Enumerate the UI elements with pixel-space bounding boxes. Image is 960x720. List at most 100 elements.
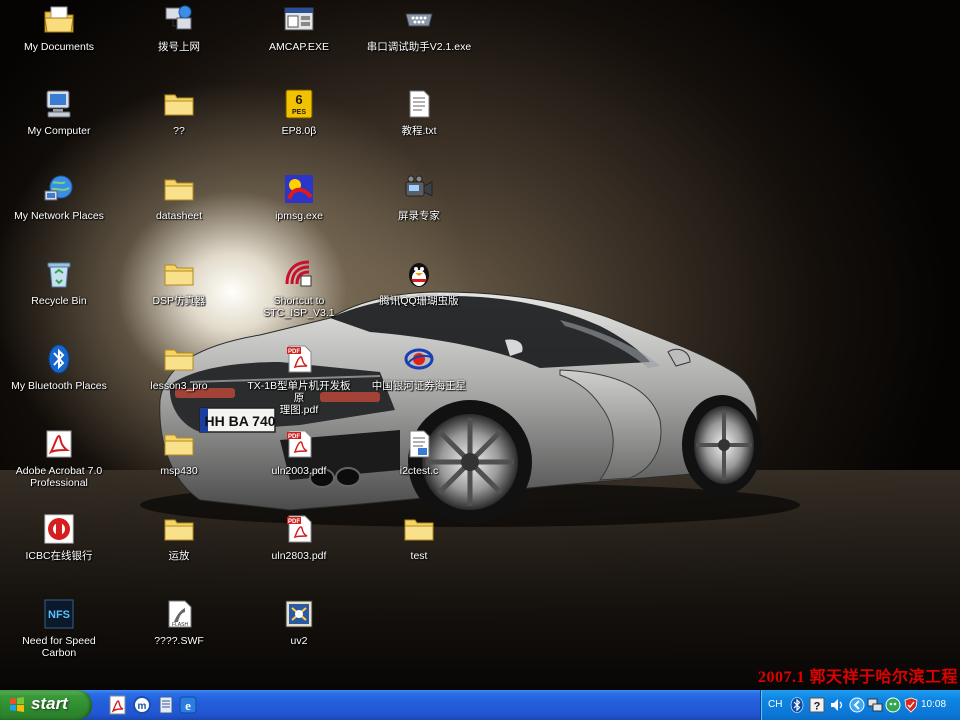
desktop-file-i2ctest-c[interactable]: i2ctest.c bbox=[364, 428, 474, 477]
desktop-icon-my-computer[interactable]: My Computer bbox=[4, 88, 114, 137]
icbc-bank-icon bbox=[44, 514, 74, 544]
security-shield-tray-icon[interactable] bbox=[903, 697, 919, 713]
dial-up-network-icon bbox=[165, 5, 192, 30]
pdf-file-icon: PDF bbox=[287, 345, 312, 373]
icon-label: My Computer bbox=[27, 125, 91, 137]
icon-label: 中国银河证券海王星 bbox=[371, 380, 467, 392]
desktop-folder-lesson3-pro[interactable]: lesson3_pro bbox=[124, 343, 234, 392]
my-documents-icon bbox=[44, 6, 74, 33]
desktop-folder-unknown[interactable]: ?? bbox=[124, 88, 234, 137]
desktop-icon-qq[interactable]: 腾讯QQ珊瑚虫版 bbox=[364, 258, 474, 307]
bluetooth-icon bbox=[48, 344, 70, 374]
icon-label: 拨号上网 bbox=[158, 41, 200, 53]
pes-game-icon: 6 PES bbox=[285, 89, 313, 119]
icon-label: Recycle Bin bbox=[31, 295, 87, 307]
folder-icon bbox=[164, 519, 194, 541]
desktop-icon-adobe-acrobat[interactable]: Adobe Acrobat 7.0 Professional bbox=[4, 428, 114, 489]
c-source-file-icon bbox=[409, 430, 430, 458]
desktop-folder-dsp-emulator[interactable]: DSP仿真器 bbox=[124, 258, 234, 307]
desktop-file-tutorial-txt[interactable]: 教程.txt bbox=[364, 88, 474, 137]
start-button[interactable]: start bbox=[0, 690, 92, 720]
svg-text:6: 6 bbox=[295, 92, 302, 107]
icon-label: 腾讯QQ珊瑚虫版 bbox=[379, 295, 459, 307]
need-for-speed-icon: NFS bbox=[44, 599, 74, 629]
system-clock[interactable]: 10:08 bbox=[921, 699, 946, 710]
icon-label: 串口调试助手V2.1.exe bbox=[366, 41, 472, 53]
folder-icon bbox=[164, 94, 194, 116]
volume-tray-icon[interactable] bbox=[829, 697, 845, 713]
folder-icon bbox=[164, 434, 194, 456]
screen-recorder-icon bbox=[405, 175, 433, 197]
desktop-file-tx1b-pdf[interactable]: PDF TX-1B型单片机开发板原 理图.pdf bbox=[244, 343, 354, 416]
recycle-bin-icon bbox=[47, 262, 71, 288]
qq-penguin-icon bbox=[409, 263, 429, 287]
folder-icon bbox=[164, 349, 194, 371]
icon-label: My Documents bbox=[23, 41, 95, 53]
desktop-icon-uv2[interactable]: uv2 bbox=[244, 598, 354, 647]
desktop-icon-need-for-speed-carbon[interactable]: NFS Need for Speed Carbon bbox=[4, 598, 114, 659]
icon-label: uln2003.pdf bbox=[271, 465, 327, 477]
desktop-icon-my-documents[interactable]: My Documents bbox=[4, 4, 114, 53]
my-computer-icon bbox=[46, 90, 71, 118]
icon-label: EP8.0β bbox=[281, 125, 317, 137]
chat-tray-icon[interactable] bbox=[885, 697, 901, 713]
desktop-folder-msp430[interactable]: msp430 bbox=[124, 428, 234, 477]
desktop-icon-serial-assistant[interactable]: 串口调试助手V2.1.exe bbox=[364, 4, 474, 53]
pdf-quick-launch-icon[interactable] bbox=[108, 695, 128, 715]
windows-logo-icon bbox=[10, 697, 24, 712]
bluetooth-tray-icon[interactable] bbox=[789, 697, 805, 713]
watermark-text: 2007.1 郭天祥于哈尔滨工程 bbox=[757, 669, 958, 686]
taskbar: start m e CH ? 10:08 bbox=[0, 690, 960, 720]
icon-label: My Bluetooth Places bbox=[11, 380, 107, 392]
desktop-icon-ep8[interactable]: 6 PES EP8.0β bbox=[244, 88, 354, 137]
network-places-icon bbox=[44, 175, 73, 201]
icon-label: ipmsg.exe bbox=[275, 210, 323, 222]
icon-label: DSP仿真器 bbox=[152, 295, 206, 307]
securities-app-icon bbox=[404, 348, 434, 370]
desktop-shortcut-stc-isp[interactable]: Shortcut to STC_ISP_V3.1 bbox=[244, 258, 354, 319]
desktop-file-uln2003-pdf[interactable]: PDF uln2003.pdf bbox=[244, 428, 354, 477]
svg-text:PES: PES bbox=[292, 109, 306, 116]
desktop-icon-screen-recorder[interactable]: 屏录专家 bbox=[364, 173, 474, 222]
pdf-file-icon: PDF bbox=[287, 515, 312, 543]
desktop-icon-icbc-online-bank[interactable]: ICBC在线银行 bbox=[4, 513, 114, 562]
desktop-folder-op-amp[interactable]: 运放 bbox=[124, 513, 234, 562]
desktop-icon-ipmsg[interactable]: ipmsg.exe bbox=[244, 173, 354, 222]
help-tray-icon[interactable]: ? bbox=[809, 697, 825, 713]
network-tray-icon[interactable] bbox=[867, 697, 883, 713]
folder-icon bbox=[404, 519, 434, 541]
serial-port-icon bbox=[405, 13, 433, 27]
language-indicator[interactable]: CH bbox=[768, 699, 782, 710]
desktop-icon-recycle-bin[interactable]: Recycle Bin bbox=[4, 258, 114, 307]
amcap-icon bbox=[284, 7, 314, 31]
icon-label: ????.SWF bbox=[154, 635, 204, 647]
pdf-file-icon: PDF bbox=[287, 430, 312, 458]
desktop-file-uln2803-pdf[interactable]: PDF uln2803.pdf bbox=[244, 513, 354, 562]
show-hidden-icons-chevron-icon[interactable] bbox=[849, 697, 865, 713]
desktop-icon-swf-file[interactable]: FLASH ????.SWF bbox=[124, 598, 234, 647]
svg-text:PDF: PDF bbox=[288, 519, 300, 525]
desktop-icon-galaxy-securities[interactable]: 中国银河证券海王星 bbox=[364, 343, 474, 392]
icon-label: uv2 bbox=[290, 635, 308, 647]
folder-icon bbox=[164, 179, 194, 201]
adobe-acrobat-icon bbox=[46, 430, 72, 458]
desktop-icon-dial-up[interactable]: 拨号上网 bbox=[124, 4, 234, 53]
desktop-icon-my-network-places[interactable]: My Network Places bbox=[4, 173, 114, 222]
icon-label: lesson3_pro bbox=[150, 380, 208, 392]
svg-text:PDF: PDF bbox=[288, 434, 300, 440]
text-file-icon bbox=[409, 90, 430, 118]
desktop-icon-amcap[interactable]: AMCAP.EXE bbox=[244, 4, 354, 53]
ipmsg-icon bbox=[285, 175, 313, 203]
desktop-folder-datasheet[interactable]: datasheet bbox=[124, 173, 234, 222]
icon-label: TX-1B型单片机开发板原 理图.pdf bbox=[247, 380, 351, 416]
browser-quick-launch-icon[interactable]: e bbox=[178, 695, 198, 715]
svg-text:FLASH: FLASH bbox=[172, 622, 189, 628]
messenger-quick-launch-icon[interactable]: m bbox=[132, 695, 152, 715]
desktop-icon-my-bluetooth-places[interactable]: My Bluetooth Places bbox=[4, 343, 114, 392]
document-quick-launch-icon[interactable] bbox=[156, 695, 176, 715]
desktop-folder-test[interactable]: test bbox=[364, 513, 474, 562]
icon-label: ICBC在线银行 bbox=[25, 550, 93, 562]
icon-label: AMCAP.EXE bbox=[269, 41, 329, 53]
icon-label: 屏录专家 bbox=[398, 210, 440, 222]
icon-label: test bbox=[410, 550, 428, 562]
